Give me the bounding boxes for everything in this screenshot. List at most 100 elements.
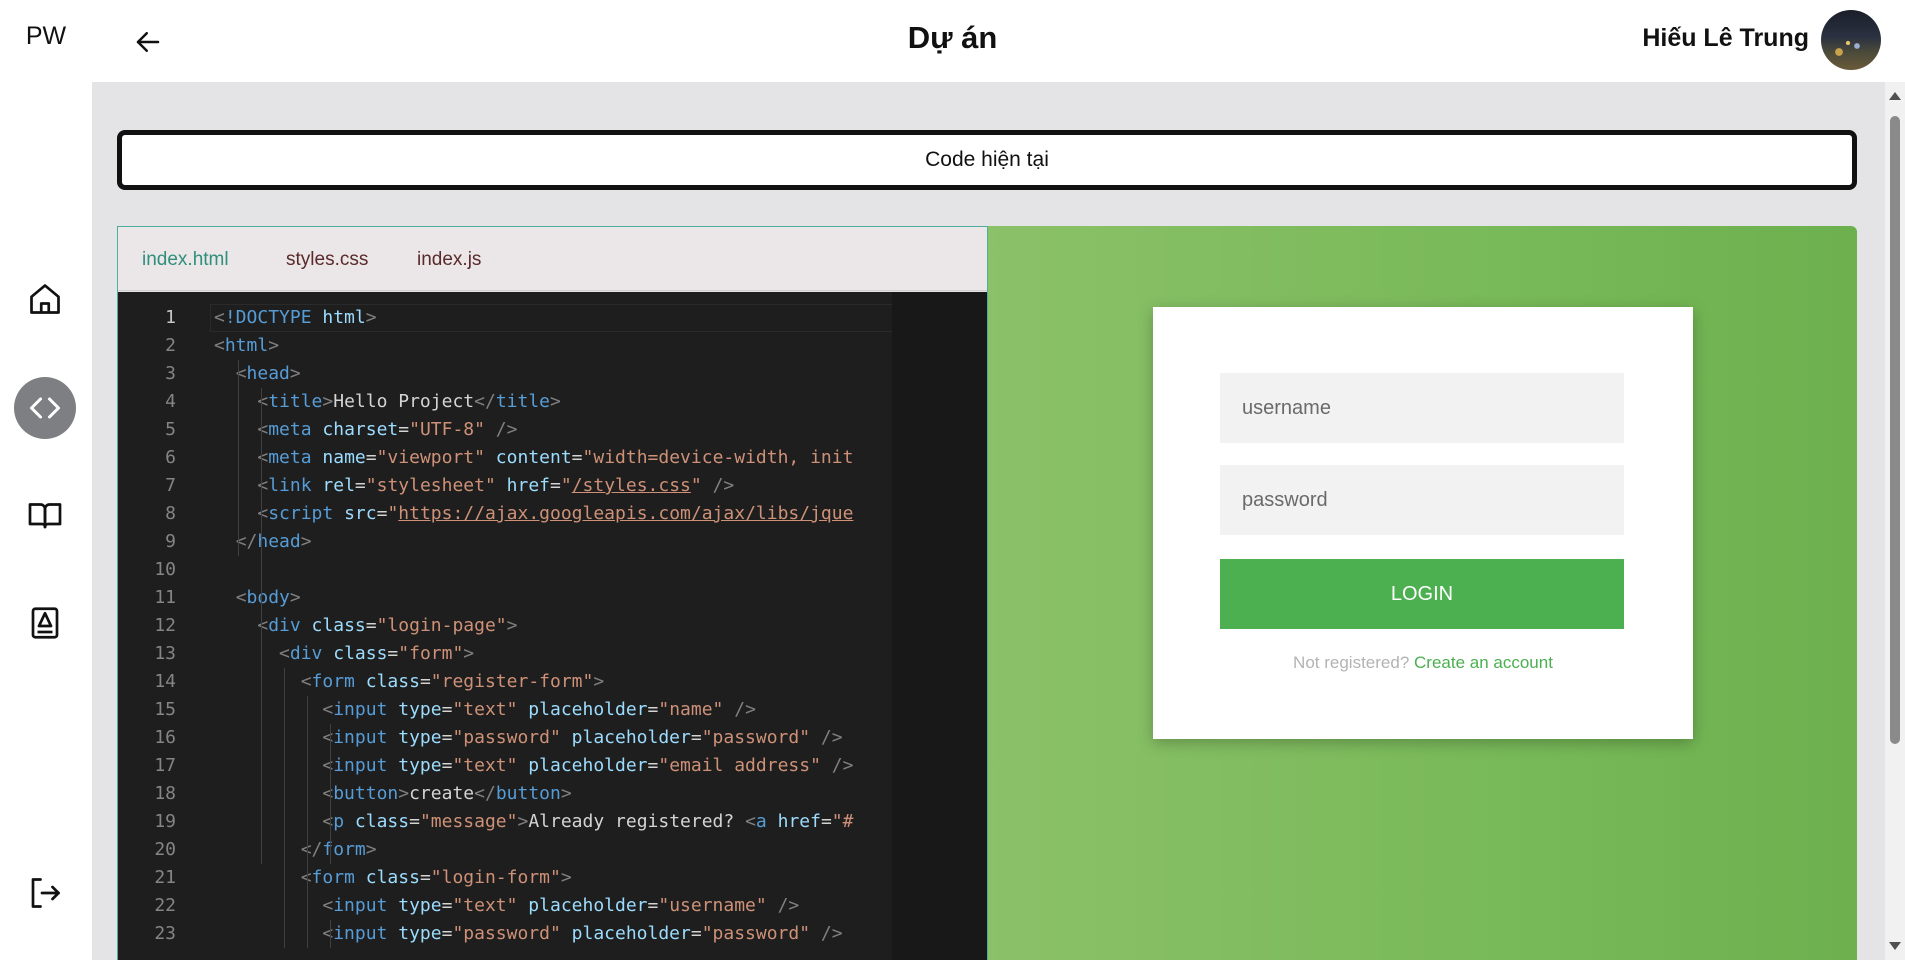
line-number: 21 <box>154 867 176 888</box>
code-line: 21 <form class="login-form"> <box>118 864 987 892</box>
current-code-button[interactable]: Code hiện tại <box>117 130 1857 190</box>
preview-pane: LOGIN Not registered? Create an account <box>988 226 1857 960</box>
line-number: 15 <box>154 699 176 720</box>
code-area[interactable]: 1 <!DOCTYPE html> 2 <html> 3 <head> 4 <title>… <box>118 292 987 960</box>
tab-index-js[interactable]: index.js <box>417 249 481 271</box>
login-button[interactable]: LOGIN <box>1220 559 1624 629</box>
line-number: 1 <box>165 307 176 328</box>
avatar[interactable] <box>1821 10 1881 70</box>
scroll-down-arrow[interactable] <box>1889 942 1901 950</box>
code-text: <p class="message">Already registered? <… <box>322 811 854 832</box>
code-line: 23 <input type="password" placeholder="p… <box>118 920 987 948</box>
code-text: <form class="login-form"> <box>301 867 572 888</box>
login-card: LOGIN Not registered? Create an account <box>1153 307 1693 739</box>
code-line: 9 </head> <box>118 528 987 556</box>
code-text: <body> <box>235 587 301 608</box>
sidebar-item-home[interactable] <box>14 268 76 330</box>
sidebar-item-contacts[interactable] <box>14 592 76 654</box>
code-line: 11 <body> <box>118 584 987 612</box>
code-line: 6 <meta name="viewport" content="width=d… <box>118 444 987 472</box>
code-line: 8 <script src="https://ajax.googleapis.c… <box>118 500 987 528</box>
code-text: <html> <box>214 335 280 356</box>
code-text: <!DOCTYPE html> <box>214 307 377 328</box>
code-line: 4 <title>Hello Project</title> <box>118 388 987 416</box>
indent-guide <box>307 696 308 948</box>
line-number: 22 <box>154 895 176 916</box>
tab-index-html[interactable]: index.html <box>142 249 229 271</box>
code-editor: index.html styles.css index.js 1 <!DOCTYP… <box>117 226 988 960</box>
code-line: 15 <input type="text" placeholder="name"… <box>118 696 987 724</box>
register-message: Not registered? Create an account <box>1153 653 1693 673</box>
code-line: 7 <link rel="stylesheet" href="/styles.c… <box>118 472 987 500</box>
code-text: <head> <box>235 363 301 384</box>
code-line: 19 <p class="message">Already registered… <box>118 808 987 836</box>
code-text: <meta name="viewport" content="width=dev… <box>257 447 854 468</box>
page-title: Dự án <box>907 20 998 55</box>
scroll-up-arrow[interactable] <box>1889 92 1901 100</box>
code-icon <box>30 397 60 419</box>
indent-guide <box>238 360 239 556</box>
line-number: 2 <box>165 335 176 356</box>
code-line: 20 </form> <box>118 836 987 864</box>
code-text: <title>Hello Project</title> <box>257 391 561 412</box>
password-input[interactable] <box>1220 465 1624 535</box>
indent-guide <box>261 388 262 864</box>
code-text: </form> <box>300 839 377 860</box>
code-text: <input type="password" placeholder="pass… <box>322 727 843 748</box>
line-number: 6 <box>165 447 176 468</box>
indent-guide <box>284 668 285 948</box>
tab-styles-css[interactable]: styles.css <box>286 249 368 271</box>
line-number: 12 <box>154 615 176 636</box>
create-account-link[interactable]: Create an account <box>1414 653 1553 672</box>
code-text: <input type="text" placeholder="username… <box>322 895 800 916</box>
code-text: <button>create</button> <box>322 783 572 804</box>
sidebar-item-code[interactable] <box>14 377 76 439</box>
logout-icon <box>31 878 60 908</box>
code-line: 14 <form class="register-form"> <box>118 668 987 696</box>
home-icon <box>30 284 60 314</box>
line-number: 3 <box>165 363 176 384</box>
code-line: 22 <input type="text" placeholder="usern… <box>118 892 987 920</box>
contact-book-icon <box>31 607 59 639</box>
line-number: 23 <box>154 923 176 944</box>
code-text: <div class="form"> <box>279 643 475 664</box>
register-message-text: Not registered? <box>1293 653 1410 672</box>
code-text: <script src="https://ajax.googleapis.com… <box>257 503 854 524</box>
line-number: 8 <box>165 503 176 524</box>
code-text: <link rel="stylesheet" href="/styles.css… <box>257 475 735 496</box>
code-line: 16 <input type="password" placeholder="p… <box>118 724 987 752</box>
line-number: 18 <box>154 783 176 804</box>
user-name[interactable]: Hiếu Lê Trung <box>1642 24 1809 53</box>
code-line: 17 <input type="text" placeholder="email… <box>118 752 987 780</box>
code-line: 1 <!DOCTYPE html> <box>118 304 987 332</box>
top-header: Dự án Hiếu Lê Trung <box>92 0 1905 82</box>
code-text: <input type="text" placeholder="name" /> <box>322 699 756 720</box>
page-scrollbar[interactable] <box>1885 82 1905 960</box>
line-number: 5 <box>165 419 176 440</box>
line-number: 13 <box>154 643 176 664</box>
indent-guide <box>330 724 331 864</box>
line-number: 19 <box>154 811 176 832</box>
code-line: 13 <div class="form"> <box>118 640 987 668</box>
scroll-thumb[interactable] <box>1890 116 1900 744</box>
line-number: 9 <box>165 531 176 552</box>
logout-button[interactable] <box>14 862 76 924</box>
line-number: 20 <box>154 839 176 860</box>
code-text: </head> <box>235 531 312 552</box>
sidebar-item-book[interactable] <box>14 484 76 546</box>
sidebar: PW <box>0 0 92 960</box>
line-number: 11 <box>154 587 176 608</box>
code-text: <meta charset="UTF-8" /> <box>257 419 518 440</box>
code-text: <div class="login-page"> <box>257 615 518 636</box>
code-line: 3 <head> <box>118 360 987 388</box>
line-number: 17 <box>154 755 176 776</box>
username-input[interactable] <box>1220 373 1624 443</box>
line-number: 4 <box>165 391 176 412</box>
code-line: 5 <meta charset="UTF-8" /> <box>118 416 987 444</box>
line-number: 10 <box>154 559 176 580</box>
code-line: 2 <html> <box>118 332 987 360</box>
code-text: <input type="text" placeholder="email ad… <box>322 755 854 776</box>
code-line: 10 <box>118 556 987 584</box>
code-text: <input type="password" placeholder="pass… <box>322 923 843 944</box>
line-number: 16 <box>154 727 176 748</box>
